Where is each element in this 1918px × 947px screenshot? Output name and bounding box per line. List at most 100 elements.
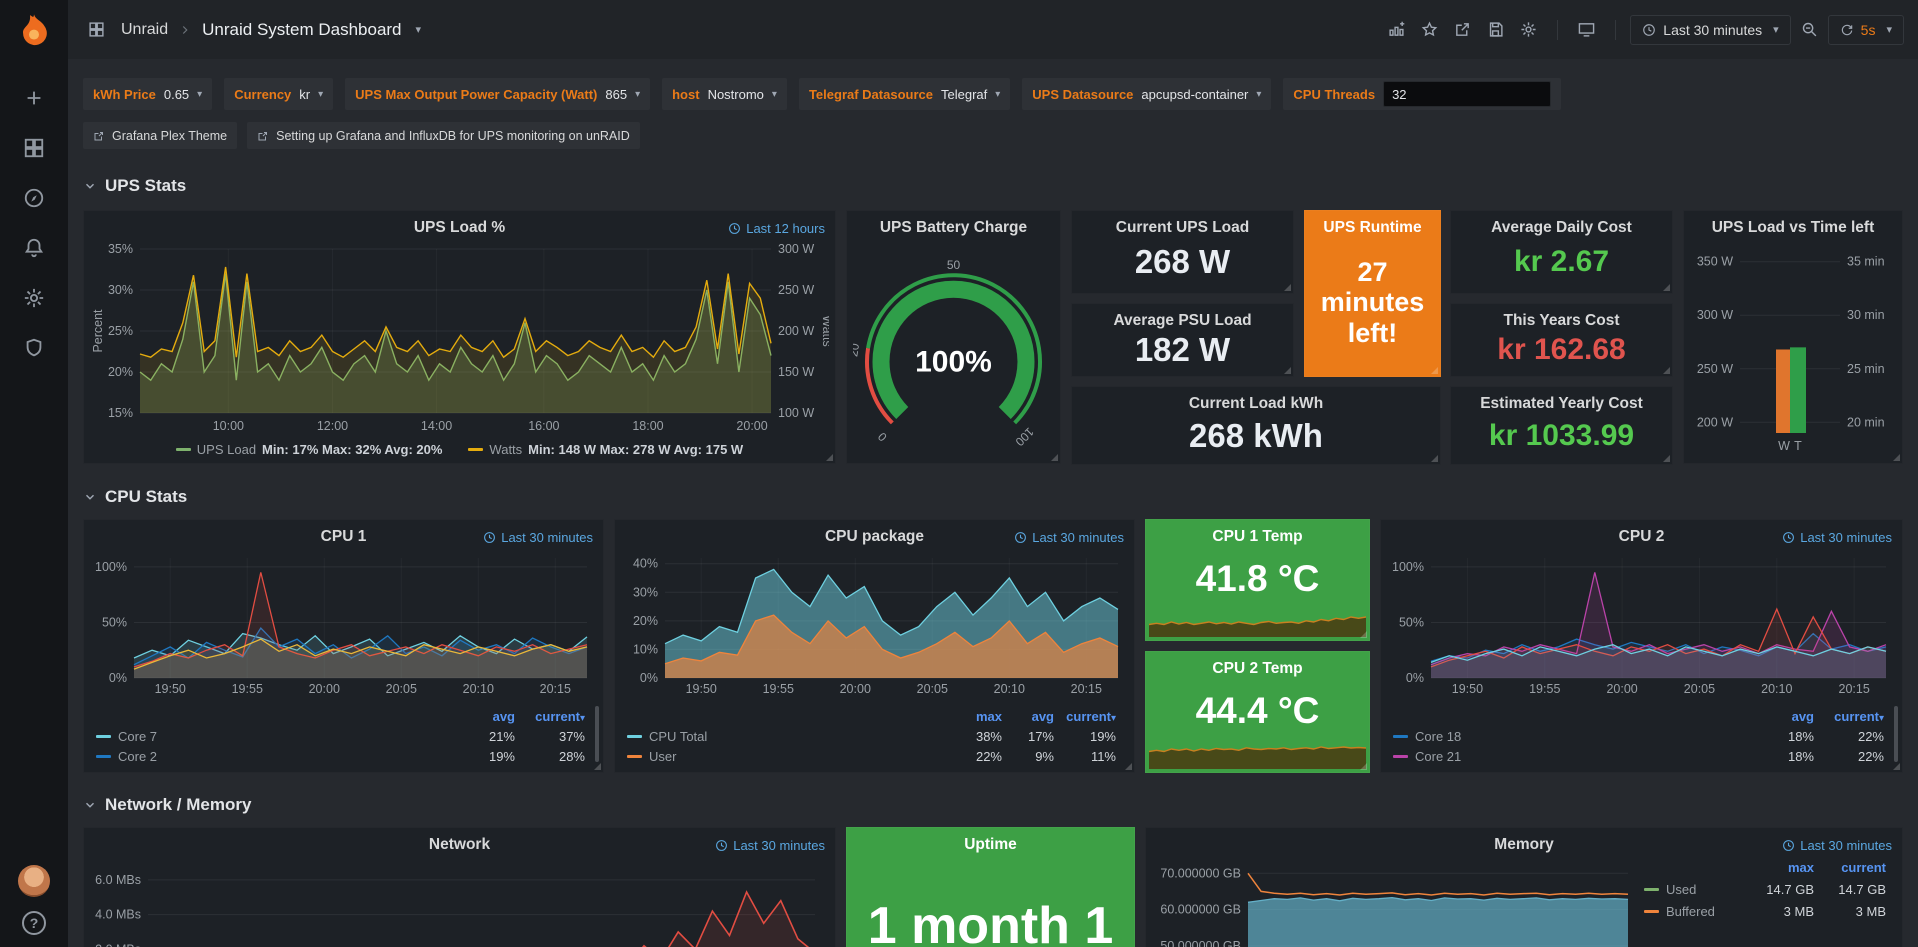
legend-item[interactable]: Core 21 [1393, 749, 1758, 764]
variable-currency[interactable]: Currency kr ▾ [224, 78, 333, 110]
legend-sort-avg[interactable]: avg [1002, 709, 1054, 724]
ups-load-chart[interactable]: 10:0012:0014:0016:0018:0020:0015%20%25%3… [90, 241, 829, 435]
panel-title[interactable]: UPS Load % [84, 211, 835, 237]
svg-text:30 min: 30 min [1847, 308, 1885, 322]
legend-item[interactable]: Watts Min: 148 W Max: 278 W Avg: 175 W [468, 442, 743, 457]
admin-shield-icon[interactable] [12, 326, 56, 370]
stat-value: kr 1033.99 [1489, 413, 1634, 464]
svg-text:T: T [1794, 439, 1802, 453]
legend-item[interactable]: User [627, 749, 950, 764]
grafana-logo-icon[interactable] [15, 12, 53, 50]
variable-ups-max-output[interactable]: UPS Max Output Power Capacity (Watt) 865… [345, 78, 650, 110]
panel-title[interactable]: UPS Battery Charge [847, 211, 1060, 237]
share-icon[interactable] [1448, 15, 1477, 44]
panel-title[interactable]: Current UPS Load [1090, 211, 1275, 237]
star-icon[interactable] [1415, 15, 1444, 44]
dashboard-settings-gear-icon[interactable] [1514, 15, 1543, 44]
ups-load-time-left-chart[interactable]: 200 W250 W300 W350 W20 min25 min30 min35… [1690, 241, 1896, 457]
cpu2-chart[interactable]: 19:5019:5520:0020:0520:1020:150%50%100% [1387, 550, 1896, 698]
time-range-picker[interactable]: Last 30 minutes ▾ [1630, 15, 1790, 45]
chevron-down-icon [83, 490, 97, 504]
panel-title[interactable]: UPS Runtime [1304, 211, 1441, 237]
section-ups-stats[interactable]: UPS Stats [83, 172, 186, 200]
link-grafana-plex-theme[interactable]: Grafana Plex Theme [83, 122, 237, 149]
legend-scrollbar[interactable] [1894, 706, 1898, 762]
dashboard-grid-icon[interactable] [82, 15, 111, 44]
panel-title[interactable]: Uptime [847, 828, 1134, 854]
legend-sort-max[interactable]: max [1742, 860, 1814, 875]
section-network-memory[interactable]: Network / Memory [83, 791, 251, 819]
dashboards-icon[interactable] [12, 126, 56, 170]
legend-item[interactable]: CPU Total [627, 729, 950, 744]
svg-text:100 W: 100 W [778, 406, 814, 420]
legend-sort-current[interactable]: current▾ [1054, 709, 1116, 724]
legend-item[interactable]: Buffered [1644, 904, 1742, 919]
variable-host[interactable]: host Nostromo ▾ [662, 78, 787, 110]
legend-item[interactable]: Core 18 [1393, 729, 1758, 744]
caret-down-icon: ▾ [1773, 23, 1779, 36]
time-range-badge[interactable]: Last 12 hours [728, 221, 825, 236]
panel-title[interactable]: Average PSU Load [1087, 304, 1277, 330]
panel-estimated-yearly-cost: Estimated Yearly Cost kr 1033.99 [1450, 386, 1673, 465]
panel-title[interactable]: This Years Cost [1477, 304, 1645, 330]
time-range-badge[interactable]: Last 30 minutes [483, 530, 593, 545]
variable-kwh-price[interactable]: kWh Price 0.65 ▾ [83, 78, 212, 110]
svg-text:25%: 25% [108, 324, 133, 338]
time-range-badge[interactable]: Last 30 minutes [1014, 530, 1124, 545]
panel-title[interactable]: CPU 2 Temp [1146, 652, 1369, 678]
legend-sort-current[interactable]: current▾ [1814, 709, 1884, 724]
variable-telegraf-datasource[interactable]: Telegraf Datasource Telegraf ▾ [799, 78, 1010, 110]
variable-ups-datasource[interactable]: UPS Datasource apcupsd-container ▾ [1022, 78, 1271, 110]
series-swatch [1644, 910, 1659, 913]
help-icon[interactable]: ? [22, 911, 46, 935]
network-chart[interactable]: 2.0 MBs4.0 MBs6.0 MBs [90, 858, 829, 947]
svg-text:19:55: 19:55 [1529, 682, 1560, 696]
legend-item[interactable]: Used [1644, 882, 1742, 897]
legend-sort-max[interactable]: max [950, 709, 1002, 724]
time-range-badge[interactable]: Last 30 minutes [715, 838, 825, 853]
dashboard-links-row: Grafana Plex Theme Setting up Grafana an… [83, 122, 640, 149]
legend-item[interactable]: UPS Load Min: 17% Max: 32% Avg: 20% [176, 442, 443, 457]
series-swatch [468, 448, 483, 451]
save-icon[interactable] [1481, 15, 1510, 44]
navbar: Unraid Unraid System Dashboard ▾ [68, 0, 1918, 59]
alerting-bell-icon[interactable] [12, 226, 56, 270]
legend-sort-avg[interactable]: avg [459, 709, 515, 724]
external-link-icon [257, 130, 269, 142]
zoom-out-icon[interactable] [1795, 15, 1824, 44]
panel-title[interactable]: Current Load kWh [1163, 387, 1349, 413]
tv-mode-icon[interactable] [1572, 15, 1601, 44]
user-avatar[interactable] [18, 865, 50, 897]
chevron-down-icon [83, 798, 97, 812]
legend-item[interactable]: Core 2 [96, 749, 459, 764]
svg-text:350 W: 350 W [1697, 255, 1733, 269]
panel-title[interactable]: Average Daily Cost [1465, 211, 1658, 237]
section-cpu-stats[interactable]: CPU Stats [83, 483, 187, 511]
panel-title[interactable]: CPU 1 Temp [1146, 520, 1369, 546]
create-plus-icon[interactable] [12, 76, 56, 120]
battery-gauge[interactable]: 02050100100% [853, 243, 1054, 455]
title-caret-icon[interactable]: ▾ [416, 23, 422, 36]
panel-title[interactable]: Estimated Yearly Cost [1454, 387, 1669, 413]
add-panel-icon[interactable] [1382, 15, 1411, 44]
breadcrumb-folder[interactable]: Unraid [121, 21, 168, 39]
svg-text:20:10: 20:10 [463, 682, 494, 696]
legend-scrollbar[interactable] [595, 706, 599, 762]
cpu-threads-input[interactable] [1383, 81, 1551, 107]
time-range-badge[interactable]: Last 30 minutes [1782, 838, 1892, 853]
configuration-gear-icon[interactable] [12, 276, 56, 320]
cpu1-chart[interactable]: 19:5019:5520:0020:0520:1020:150%50%100% [90, 550, 597, 698]
legend-sort-current[interactable]: current▾ [515, 709, 585, 724]
explore-compass-icon[interactable] [12, 176, 56, 220]
panel-title[interactable]: UPS Load vs Time left [1684, 211, 1902, 237]
legend-sort-avg[interactable]: avg [1758, 709, 1814, 724]
clock-icon [1014, 531, 1027, 544]
dashboard-title[interactable]: Unraid System Dashboard [202, 20, 401, 40]
cpu-package-chart[interactable]: 19:5019:5520:0020:0520:1020:150%10%20%30… [621, 550, 1128, 698]
refresh-button[interactable]: 5s ▾ [1828, 15, 1904, 45]
legend-item[interactable]: Core 7 [96, 729, 459, 744]
link-ups-monitoring-guide[interactable]: Setting up Grafana and InfluxDB for UPS … [247, 122, 640, 149]
legend-sort-current[interactable]: current [1814, 860, 1886, 875]
time-range-badge[interactable]: Last 30 minutes [1782, 530, 1892, 545]
memory-chart[interactable]: 50.000000 GB60.000000 GB70.000000 GB [1152, 858, 1634, 947]
